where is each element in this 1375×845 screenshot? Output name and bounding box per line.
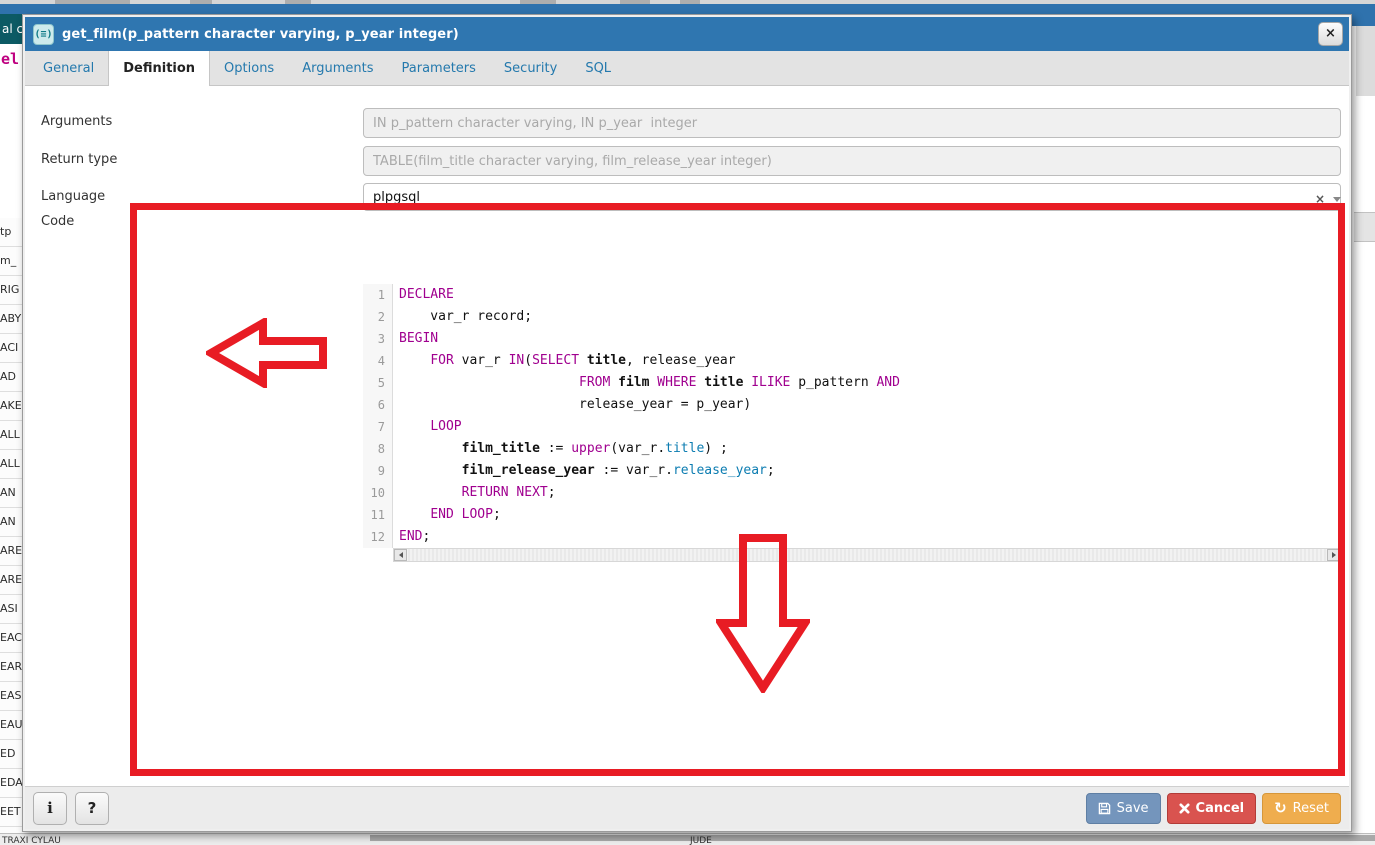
background-cell-fragment: EAS xyxy=(0,682,22,711)
background-cell-fragment: TRAXI CYLAU xyxy=(2,836,61,845)
code-line[interactable]: 11 END LOOP; xyxy=(363,504,1341,526)
scroll-left-icon[interactable] xyxy=(394,549,407,561)
code-line[interactable]: 2 var_r record; xyxy=(363,306,1341,328)
background-window-header xyxy=(0,4,1375,14)
code-line[interactable]: 10 RETURN NEXT; xyxy=(363,482,1341,504)
save-button[interactable]: Save xyxy=(1086,793,1161,824)
tab-parameters[interactable]: Parameters xyxy=(388,51,490,85)
background-cell-fragment: RIG xyxy=(0,276,22,305)
code-lines[interactable]: 1DECLARE2 var_r record;3BEGIN4 FOR var_r… xyxy=(363,280,1341,548)
background-cell-fragment: EET xyxy=(0,798,22,827)
code-line[interactable]: 5 FROM film WHERE title ILIKE p_pattern … xyxy=(363,372,1341,394)
definition-tab-panel: Arguments Return type Language × Code 1D… xyxy=(25,86,1349,787)
dialog-titlebar[interactable]: (≡) get_film(p_pattern character varying… xyxy=(25,17,1349,51)
dialog-title: get_film(p_pattern character varying, p_… xyxy=(62,27,459,42)
background-grid-column-fragment: tpm_RIGABYACIADAKEALLALLANANAREAREASIEAC… xyxy=(0,218,22,845)
background-cell-fragment: AN xyxy=(0,508,22,537)
background-sql-text-fragment: el xyxy=(1,50,19,68)
language-combo-input[interactable] xyxy=(363,183,1341,211)
reset-button[interactable]: ↻ Reset xyxy=(1262,793,1341,824)
background-toolbar-fragment xyxy=(1354,212,1375,242)
cancel-button[interactable]: Cancel xyxy=(1167,793,1257,824)
background-cell-fragment: ED xyxy=(0,740,22,769)
background-cell-fragment: JUDE xyxy=(690,836,712,845)
language-label: Language xyxy=(41,189,105,204)
return-type-field xyxy=(363,146,1341,176)
edit-function-dialog: (≡) get_film(p_pattern character varying… xyxy=(22,14,1352,832)
tab-sql[interactable]: SQL xyxy=(571,51,625,85)
line-number: 10 xyxy=(363,482,393,504)
scroll-right-icon[interactable] xyxy=(1327,549,1340,561)
background-cell-fragment: ARE xyxy=(0,537,22,566)
line-number: 4 xyxy=(363,350,393,372)
background-cell-fragment: ABY xyxy=(0,305,22,334)
code-line[interactable]: 8 film_title := upper(var_r.title) ; xyxy=(363,438,1341,460)
background-cell-fragment: EAC xyxy=(0,624,22,653)
code-line[interactable]: 7 LOOP xyxy=(363,416,1341,438)
line-number: 7 xyxy=(363,416,393,438)
cancel-x-icon xyxy=(1179,803,1190,814)
tab-bar: GeneralDefinitionOptionsArgumentsParamet… xyxy=(25,51,1349,86)
horizontal-scrollbar[interactable] xyxy=(393,548,1341,562)
tab-definition[interactable]: Definition xyxy=(108,51,210,86)
language-clear-icon[interactable]: × xyxy=(1315,192,1325,206)
code-line[interactable]: 3BEGIN xyxy=(363,328,1341,350)
background-cell-fragment: AN xyxy=(0,479,22,508)
return-type-label: Return type xyxy=(41,152,117,167)
background-cell-fragment: tp xyxy=(0,218,22,247)
screen: al c el tpm_RIGABYACIADAKEALLALLANANAREA… xyxy=(0,0,1375,845)
tab-general[interactable]: General xyxy=(29,51,108,85)
tab-arguments[interactable]: Arguments xyxy=(288,51,387,85)
arguments-label: Arguments xyxy=(41,114,112,129)
save-floppy-icon xyxy=(1098,802,1111,815)
background-cell-fragment: ASI xyxy=(0,595,22,624)
line-number: 6 xyxy=(363,394,393,416)
background-cell-fragment: m_ xyxy=(0,247,22,276)
background-cell-fragment: ARE xyxy=(0,566,22,595)
code-line[interactable]: 1DECLARE xyxy=(363,284,1341,306)
code-line[interactable]: 6 release_year = p_year) xyxy=(363,394,1341,416)
background-cell-fragment: EDA xyxy=(0,769,22,798)
line-number: 12 xyxy=(363,526,393,548)
dialog-footer: i ? Save Cancel ↻ Reset xyxy=(25,786,1349,829)
line-number: 9 xyxy=(363,460,393,482)
background-cell-fragment: ALL xyxy=(0,421,22,450)
arguments-field xyxy=(363,108,1341,138)
background-panel-fragment xyxy=(1356,26,1375,96)
background-window-header-edge xyxy=(1352,4,1375,26)
code-line[interactable]: 4 FOR var_r IN(SELECT title, release_yea… xyxy=(363,350,1341,372)
line-number: 8 xyxy=(363,438,393,460)
line-number: 5 xyxy=(363,372,393,394)
tab-options[interactable]: Options xyxy=(210,51,288,85)
tab-security[interactable]: Security xyxy=(490,51,571,85)
code-label: Code xyxy=(41,214,74,229)
background-cell-fragment: EAR xyxy=(0,653,22,682)
background-cell-fragment: ACI xyxy=(0,334,22,363)
background-cell-fragment: ALL xyxy=(0,450,22,479)
background-cell-fragment: EAU xyxy=(0,711,22,740)
chevron-down-icon[interactable] xyxy=(1333,197,1341,202)
line-number: 2 xyxy=(363,306,393,328)
reset-recycle-icon: ↻ xyxy=(1274,801,1287,816)
close-button[interactable]: × xyxy=(1318,22,1343,46)
background-cell-fragment: AKE xyxy=(0,392,22,421)
background-cell-fragment: AD xyxy=(0,363,22,392)
background-grid-row-fragment: TRAXI CYLAU JUDE xyxy=(0,833,1375,845)
help-button[interactable]: ? xyxy=(75,792,109,825)
code-editor[interactable]: 1DECLARE2 var_r record;3BEGIN4 FOR var_r… xyxy=(363,280,1341,562)
line-number: 3 xyxy=(363,328,393,350)
function-icon: (≡) xyxy=(33,24,54,45)
code-line[interactable]: 12END; xyxy=(363,526,1341,548)
code-line[interactable]: 9 film_release_year := var_r.release_yea… xyxy=(363,460,1341,482)
line-number: 11 xyxy=(363,504,393,526)
line-number: 1 xyxy=(363,284,393,306)
sql-info-button[interactable]: i xyxy=(33,792,67,825)
